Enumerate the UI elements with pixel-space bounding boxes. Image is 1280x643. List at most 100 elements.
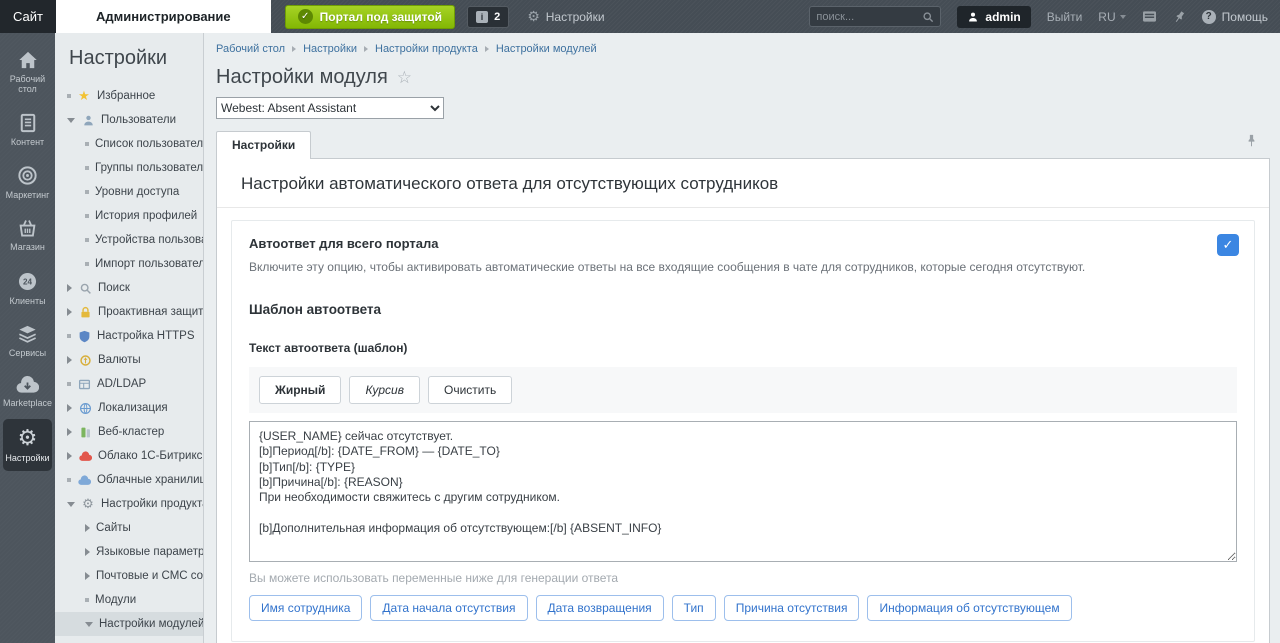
chevron-down-icon bbox=[85, 621, 93, 627]
pin-icon[interactable] bbox=[1245, 134, 1258, 152]
breadcrumb-link-desktop[interactable]: Рабочий стол bbox=[216, 43, 285, 55]
hotkeys-icon[interactable] bbox=[1142, 10, 1157, 23]
coin-icon bbox=[78, 353, 92, 367]
sidebar-item-modules[interactable]: Модули bbox=[55, 588, 203, 612]
sidebar-item-label: Сайты bbox=[96, 522, 131, 534]
rail-item-marketing[interactable]: Маркетинг bbox=[3, 157, 52, 208]
sidebar-item-currencies[interactable]: Валюты bbox=[55, 348, 203, 372]
search-input[interactable] bbox=[816, 10, 923, 23]
user-menu-button[interactable]: admin bbox=[957, 5, 1031, 28]
site-tab-label: Сайт bbox=[13, 9, 43, 24]
portal-autoreply-checkbox[interactable]: ✓ bbox=[1217, 234, 1239, 256]
cloud-download-icon bbox=[16, 376, 39, 394]
user-icon bbox=[81, 113, 95, 127]
bold-button[interactable]: Жирный bbox=[259, 376, 342, 404]
grid-icon bbox=[77, 377, 91, 391]
icon-rail: Рабочий стол Контент Маркетинг Магазин 2… bbox=[0, 33, 55, 643]
bullet-icon bbox=[67, 94, 71, 98]
top-bar: Сайт Администрирование ✓ Портал под защи… bbox=[0, 0, 1280, 33]
language-selector[interactable]: RU bbox=[1098, 9, 1126, 24]
rail-item-label: Рабочий стол bbox=[9, 74, 46, 95]
sidebar-item-mail-sms-events[interactable]: Почтовые и СМС события bbox=[55, 564, 203, 588]
variable-absence-start-date[interactable]: Дата начала отсутствия bbox=[370, 595, 528, 621]
breadcrumb-link-settings[interactable]: Настройки bbox=[303, 43, 357, 55]
logout-link[interactable]: Выйти bbox=[1047, 10, 1083, 24]
sidebar-item-language-params[interactable]: Языковые параметры bbox=[55, 540, 203, 564]
help-button[interactable]: ? Помощь bbox=[1201, 9, 1268, 24]
star-icon: ★ bbox=[78, 88, 90, 103]
variable-absent-info[interactable]: Информация об отсутствующем bbox=[867, 595, 1072, 621]
layers-icon bbox=[19, 325, 36, 343]
breadcrumb-link-module-settings[interactable]: Настройки модулей bbox=[496, 43, 597, 55]
chevron-right-icon bbox=[85, 548, 90, 556]
module-select[interactable]: Webest: Absent Assistant bbox=[216, 97, 444, 119]
italic-button[interactable]: Курсив bbox=[349, 376, 420, 404]
sidebar-item-product-settings[interactable]: ⚙ Настройки продукта bbox=[55, 492, 203, 516]
sidebar-item-user-groups[interactable]: Группы пользователей bbox=[55, 156, 203, 180]
sidebar-item-access-levels[interactable]: Уровни доступа bbox=[55, 180, 203, 204]
chevron-down-icon bbox=[67, 117, 75, 123]
sidebar-item-https-settings[interactable]: Настройка HTTPS bbox=[55, 324, 203, 348]
bullet-icon bbox=[85, 238, 89, 242]
sidebar-item-search[interactable]: Поиск bbox=[55, 276, 203, 300]
sidebar-item-localization[interactable]: Локализация bbox=[55, 396, 203, 420]
sidebar-item-label: Настройки модулей bbox=[99, 618, 204, 630]
sidebar-item-favorites[interactable]: ★ Избранное bbox=[55, 84, 203, 108]
language-label: RU bbox=[1098, 9, 1116, 24]
sidebar-item-bitrix-cloud[interactable]: Облако 1С-Битрикс bbox=[55, 444, 203, 468]
lock-icon bbox=[78, 305, 92, 319]
variable-absence-reason[interactable]: Причина отсутствия bbox=[723, 595, 860, 621]
chevron-right-icon bbox=[67, 404, 72, 412]
variable-type[interactable]: Тип bbox=[671, 595, 716, 621]
sidebar-item-sites[interactable]: Сайты bbox=[55, 516, 203, 540]
rail-item-content[interactable]: Контент bbox=[3, 105, 52, 155]
notifications-counter[interactable]: i 2 bbox=[467, 5, 510, 28]
chevron-right-icon bbox=[67, 356, 72, 364]
sidebar-item-web-cluster[interactable]: Веб-кластер bbox=[55, 420, 203, 444]
rail-item-settings[interactable]: ⚙ Настройки bbox=[3, 418, 52, 472]
sidebar-item-label: История профилей bbox=[95, 210, 198, 222]
sidebar-item-label: Группы пользователей bbox=[95, 162, 204, 174]
rail-item-clients[interactable]: 24 Клиенты bbox=[3, 263, 52, 314]
sidebar-item-user-list[interactable]: Список пользователей bbox=[55, 132, 203, 156]
bullet-icon bbox=[67, 382, 71, 386]
portal-protected-button[interactable]: ✓ Портал под защитой bbox=[284, 4, 456, 29]
sidebar-item-proactive-protection[interactable]: Проактивная защита bbox=[55, 300, 203, 324]
rail-item-services[interactable]: Сервисы bbox=[3, 316, 52, 366]
sidebar-item-user-devices[interactable]: Устройства пользователей bbox=[55, 228, 203, 252]
autoreply-template-textarea[interactable]: {USER_NAME} сейчас отсутствует. [b]Перио… bbox=[249, 421, 1237, 562]
topbar-settings-label: Настройки bbox=[545, 9, 605, 24]
sidebar-item-user-import[interactable]: Импорт пользователей bbox=[55, 252, 203, 276]
sidebar-item-profile-history[interactable]: История профилей bbox=[55, 204, 203, 228]
sidebar-item-label: Валюты bbox=[98, 354, 141, 366]
tab-settings[interactable]: Настройки bbox=[216, 131, 312, 159]
sidebar-item-cloud-storage[interactable]: Облачные хранилища bbox=[55, 468, 203, 492]
question-icon: ? bbox=[1201, 9, 1216, 24]
sidebar-item-label: Поиск bbox=[98, 282, 130, 294]
search-icon[interactable] bbox=[922, 11, 934, 23]
user-icon bbox=[969, 12, 978, 21]
pin-icon[interactable] bbox=[1173, 10, 1186, 24]
rail-item-store[interactable]: Магазин bbox=[3, 210, 52, 260]
variable-employee-name[interactable]: Имя сотрудника bbox=[249, 595, 363, 621]
gear-icon: ⚙ bbox=[17, 424, 38, 450]
sidebar-item-users[interactable]: Пользователи bbox=[55, 108, 203, 132]
rail-item-marketplace[interactable]: Marketplace bbox=[3, 368, 52, 416]
sidebar-item-ad-ldap[interactable]: AD/LDAP bbox=[55, 372, 203, 396]
administration-tab[interactable]: Администрирование bbox=[56, 0, 271, 33]
clear-button[interactable]: Очистить bbox=[428, 376, 513, 404]
sidebar-item-label: Локализация bbox=[98, 402, 168, 414]
breadcrumb-separator-icon bbox=[364, 46, 368, 52]
sidebar-item-label: Настройки продукта bbox=[101, 498, 204, 510]
breadcrumb-link-product-settings[interactable]: Настройки продукта bbox=[375, 43, 478, 55]
info-icon: i bbox=[476, 10, 489, 23]
rail-item-desktop[interactable]: Рабочий стол bbox=[3, 42, 52, 103]
clients-24-icon: 24 bbox=[18, 272, 37, 290]
site-tab[interactable]: Сайт bbox=[0, 0, 56, 33]
administration-tab-label: Администрирование bbox=[96, 9, 231, 24]
variable-return-date[interactable]: Дата возвращения bbox=[535, 595, 664, 621]
topbar-settings-button[interactable]: ⚙ Настройки bbox=[527, 8, 604, 25]
sidebar-item-label: Уровни доступа bbox=[95, 186, 180, 198]
sidebar-item-module-settings[interactable]: Настройки модулей bbox=[55, 612, 203, 636]
favorite-star-icon[interactable]: ☆ bbox=[397, 68, 412, 88]
